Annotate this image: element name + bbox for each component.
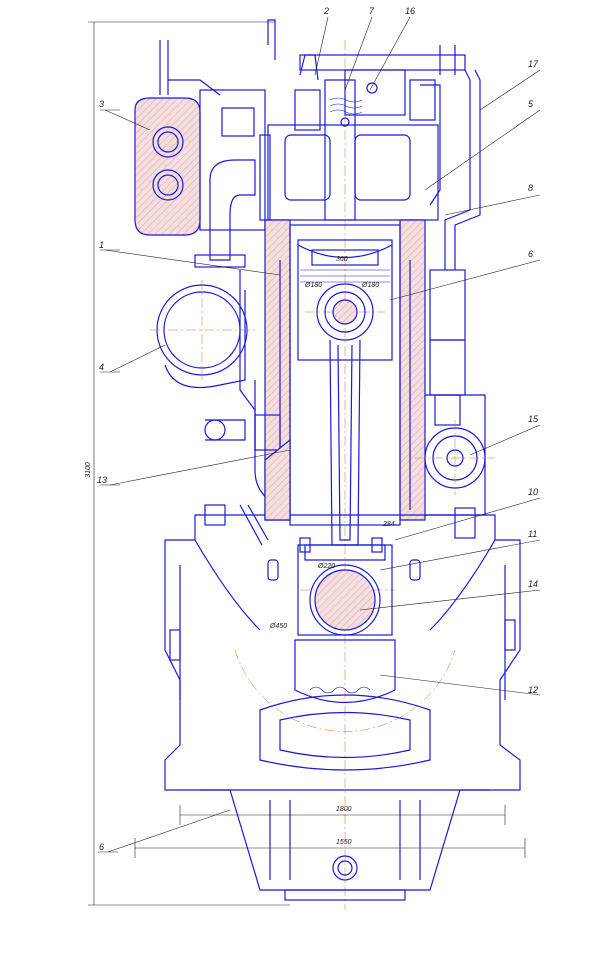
callout-4: 4	[99, 362, 104, 372]
dim-overall-height: 3100	[85, 462, 92, 478]
callout-2: 2	[323, 6, 329, 16]
fuel-pump-assembly	[420, 69, 481, 426]
engine-cross-section-drawing: 3100 360 Ø180 Ø180 Ø220 Ø450 1800 1550 2…	[85, 6, 541, 910]
cylinder-head	[259, 19, 466, 221]
piston-pin: Ø180 Ø180	[304, 282, 379, 341]
callout-14: 14	[528, 579, 538, 589]
base-dimensions: 1800 1550 284	[134, 521, 526, 858]
callout-6: 6	[528, 249, 533, 259]
air-intake-pipe	[150, 270, 256, 450]
callout-15: 15	[528, 414, 539, 424]
callout-11: 11	[528, 529, 537, 539]
dim-piston-width: 360	[336, 256, 348, 263]
dim-offset: 284	[382, 521, 395, 528]
dim-bore-left: Ø180	[304, 282, 322, 289]
callout-1: 1	[99, 240, 104, 250]
exhaust-manifold	[134, 40, 266, 268]
dim-base-width: 1800	[336, 806, 352, 813]
callout-5: 5	[528, 99, 534, 109]
callout-7: 7	[369, 6, 375, 16]
callout-16: 16	[405, 6, 415, 16]
dim-crank-pin: Ø220	[317, 563, 335, 570]
callout-6-bottom: 6	[99, 842, 104, 852]
callout-8: 8	[528, 183, 533, 193]
callout-3: 3	[99, 99, 104, 109]
camshaft-gear	[415, 420, 495, 495]
callout-12: 12	[528, 685, 538, 695]
callout-17: 17	[528, 59, 539, 69]
dim-foot-width: 1550	[336, 839, 352, 846]
dim-pin-diameter: Ø180	[361, 282, 379, 289]
dim-crank-radius: Ø450	[269, 623, 287, 630]
callout-10: 10	[528, 487, 538, 497]
callout-13: 13	[97, 475, 107, 485]
